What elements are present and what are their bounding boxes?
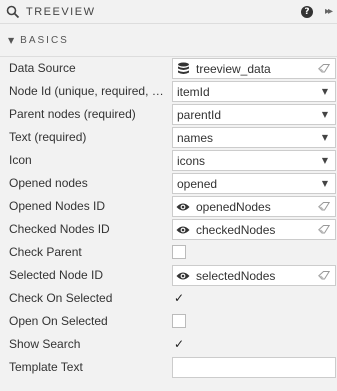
select-value: names bbox=[177, 130, 214, 145]
property-row: Check On Selected ✓ bbox=[0, 287, 337, 310]
property-checkbox[interactable] bbox=[172, 245, 186, 259]
property-checkbox[interactable]: ✓ bbox=[172, 337, 186, 351]
property-label: Open On Selected bbox=[9, 314, 108, 328]
expand-panel-icon[interactable]: ▸▸ bbox=[325, 6, 333, 17]
section-title: BASICS bbox=[20, 34, 69, 46]
property-label: Node Id (unique, required, … bbox=[9, 84, 164, 98]
property-checkbox[interactable]: ✓ bbox=[172, 291, 186, 305]
property-select[interactable]: opened ▼ bbox=[172, 173, 336, 194]
property-label: Check On Selected bbox=[9, 291, 113, 305]
property-label: Parent nodes (required) bbox=[9, 107, 136, 121]
eraser-icon[interactable] bbox=[317, 202, 331, 211]
binding-value: selectedNodes bbox=[196, 268, 276, 283]
binding-value: openedNodes bbox=[196, 199, 271, 214]
property-select[interactable]: icons ▼ bbox=[172, 150, 336, 171]
select-value: icons bbox=[177, 153, 206, 168]
property-row: Check Parent bbox=[0, 241, 337, 264]
property-list: Data Source treeview_data Node Id (unique,… bbox=[0, 56, 337, 379]
section-basics-header[interactable]: ▼ BASICS bbox=[0, 24, 337, 56]
property-text-input[interactable] bbox=[172, 357, 336, 378]
dropdown-arrow-icon[interactable]: ▼ bbox=[318, 87, 332, 96]
property-select[interactable]: parentId ▼ bbox=[172, 104, 336, 125]
property-row: Checked Nodes ID checkedNodes bbox=[0, 218, 337, 241]
property-row: Text (required) names ▼ bbox=[0, 126, 337, 149]
search-icon bbox=[6, 5, 20, 18]
eye-icon bbox=[176, 269, 190, 283]
property-binding-field[interactable]: openedNodes bbox=[172, 196, 336, 217]
database-icon bbox=[176, 62, 190, 76]
property-row: Icon icons ▼ bbox=[0, 149, 337, 172]
property-row: Data Source treeview_data bbox=[0, 57, 337, 80]
property-select[interactable]: names ▼ bbox=[172, 127, 336, 148]
binding-value: checkedNodes bbox=[196, 222, 276, 237]
property-binding-field[interactable]: selectedNodes bbox=[172, 265, 336, 286]
property-label: Check Parent bbox=[9, 245, 82, 259]
property-row: Template Text bbox=[0, 356, 337, 379]
property-select[interactable]: itemId ▼ bbox=[172, 81, 336, 102]
property-label: Icon bbox=[9, 153, 32, 167]
property-label: Opened nodes bbox=[9, 176, 88, 190]
property-label: Checked Nodes ID bbox=[9, 222, 110, 236]
property-label: Opened Nodes ID bbox=[9, 199, 106, 213]
caret-down-icon: ▼ bbox=[8, 35, 17, 45]
property-row: Parent nodes (required) parentId ▼ bbox=[0, 103, 337, 126]
property-label: Template Text bbox=[9, 360, 83, 374]
property-row: Selected Node ID selectedNodes bbox=[0, 264, 337, 287]
select-value: itemId bbox=[177, 84, 210, 99]
property-label: Show Search bbox=[9, 337, 81, 351]
panel-header: TREEVIEW ? ▸▸ bbox=[0, 0, 337, 24]
eraser-icon[interactable] bbox=[317, 64, 331, 73]
property-row: Opened nodes opened ▼ bbox=[0, 172, 337, 195]
property-row: Open On Selected bbox=[0, 310, 337, 333]
property-binding-field[interactable]: treeview_data bbox=[172, 58, 336, 79]
dropdown-arrow-icon[interactable]: ▼ bbox=[318, 179, 332, 188]
eraser-icon[interactable] bbox=[317, 225, 331, 234]
property-row: Show Search ✓ bbox=[0, 333, 337, 356]
property-label: Text (required) bbox=[9, 130, 87, 144]
help-icon[interactable]: ? bbox=[300, 5, 313, 18]
property-label: Data Source bbox=[9, 61, 76, 75]
property-row: Node Id (unique, required, … itemId ▼ bbox=[0, 80, 337, 103]
dropdown-arrow-icon[interactable]: ▼ bbox=[318, 156, 332, 165]
select-value: opened bbox=[177, 176, 218, 191]
eraser-icon[interactable] bbox=[317, 271, 331, 280]
dropdown-arrow-icon[interactable]: ▼ bbox=[318, 133, 332, 142]
binding-value: treeview_data bbox=[196, 61, 271, 76]
eye-icon bbox=[176, 200, 190, 214]
panel-title: TREEVIEW bbox=[26, 5, 96, 18]
property-binding-field[interactable]: checkedNodes bbox=[172, 219, 336, 240]
select-value: parentId bbox=[177, 107, 222, 122]
eye-icon bbox=[176, 223, 190, 237]
property-checkbox[interactable] bbox=[172, 314, 186, 328]
property-label: Selected Node ID bbox=[9, 268, 104, 282]
property-row: Opened Nodes ID openedNodes bbox=[0, 195, 337, 218]
dropdown-arrow-icon[interactable]: ▼ bbox=[318, 110, 332, 119]
